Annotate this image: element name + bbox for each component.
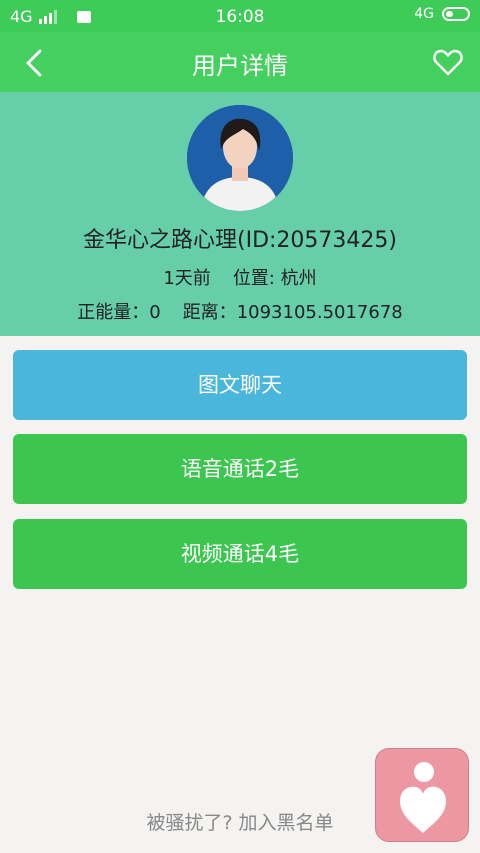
energy-value: 0 — [149, 302, 161, 323]
user-name: 金华心之路心理(ID:20573425) — [83, 228, 397, 253]
network-type-right: 4G — [414, 6, 434, 22]
distance-label: 距离： — [182, 302, 237, 323]
clock: 16:08 — [215, 7, 265, 27]
avatar-photo — [187, 105, 293, 211]
last-active: 1天前 — [163, 268, 211, 289]
favorite-button[interactable] — [432, 46, 464, 78]
distance-value: 1093105.5017678 — [236, 302, 403, 323]
location-value: 杭州 — [280, 268, 317, 289]
chat-button[interactable]: 图文聊天 — [13, 350, 467, 420]
floating-love-button[interactable] — [375, 748, 469, 842]
voice-call-button[interactable]: 语音通话2毛 — [13, 434, 467, 504]
user-meta-line: 1天前 位置: 杭州 — [0, 264, 480, 290]
heart-person-icon — [400, 762, 446, 833]
user-stats-line: 正能量：0 距离：1093105.5017678 — [0, 298, 480, 324]
status-right: 4G — [414, 6, 470, 22]
energy-label: 正能量： — [77, 302, 150, 323]
location-label: 位置: — [232, 268, 275, 289]
battery-icon — [442, 7, 470, 21]
profile-header: 金华心之路心理(ID:20573425) 1天前 位置: 杭州 正能量：0 距离：1… — [0, 92, 480, 336]
page-title: 用户详情 — [192, 52, 288, 80]
avatar[interactable] — [187, 105, 293, 211]
nav-bar: 用户详情 — [0, 32, 480, 92]
video-call-button[interactable]: 视频通话4毛 — [13, 519, 467, 589]
status-bar: 4G 16:08 4G — [0, 0, 480, 32]
